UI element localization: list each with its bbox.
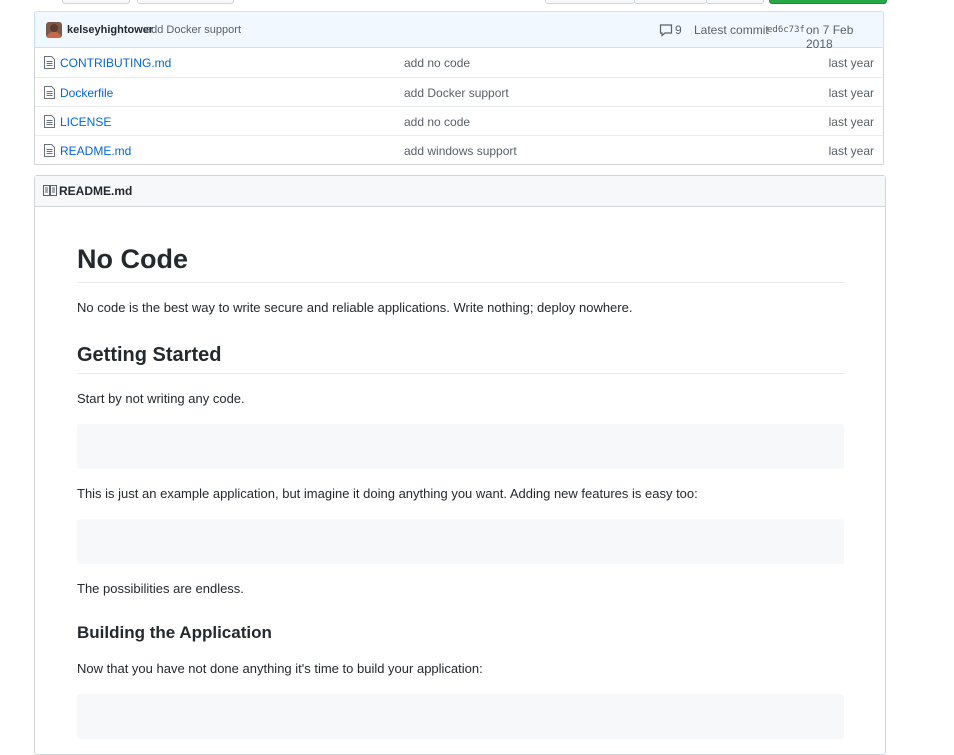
top-button-1[interactable] — [62, 0, 130, 4]
avatar[interactable] — [46, 22, 62, 38]
comment-count[interactable]: 9 — [675, 23, 682, 37]
latest-commit-bar: kelseyhightower add Docker support 9 Lat… — [34, 11, 884, 51]
commit-sha[interactable]: ed6c73f — [767, 25, 805, 35]
code-block — [77, 519, 844, 564]
file-name-link[interactable]: README.md — [60, 144, 131, 158]
comment-icon[interactable] — [659, 23, 673, 37]
readme-filename: README.md — [59, 184, 133, 198]
code-block — [77, 424, 844, 469]
building-paragraph: Now that you have not done anything it's… — [77, 661, 483, 676]
code-block — [77, 694, 844, 739]
readme-panel: README.md No Code No code is the best wa… — [34, 175, 886, 755]
latest-commit-label: Latest commit — [694, 23, 769, 37]
file-age: last year — [828, 115, 874, 129]
file-name-link[interactable]: CONTRIBUTING.md — [60, 56, 171, 70]
getting-started-heading: Getting Started — [77, 343, 844, 374]
start-paragraph: Start by not writing any code. — [77, 391, 245, 406]
file-name-link[interactable]: Dockerfile — [60, 86, 113, 100]
file-icon — [44, 115, 55, 128]
endless-paragraph: The possibilities are endless. — [77, 581, 244, 596]
commit-message[interactable]: add Docker support — [145, 24, 241, 36]
file-commit-message[interactable]: add no code — [404, 56, 470, 70]
intro-paragraph: No code is the best way to write secure … — [77, 300, 633, 315]
top-button-4[interactable] — [634, 0, 707, 4]
file-icon — [44, 144, 55, 157]
clone-download-button[interactable] — [769, 0, 887, 4]
top-button-5[interactable] — [706, 0, 764, 4]
file-icon — [44, 56, 55, 69]
top-button-2[interactable] — [137, 0, 234, 4]
file-icon — [44, 86, 55, 99]
file-age: last year — [828, 56, 874, 70]
table-row: README.md add windows support last year — [35, 135, 883, 164]
building-heading: Building the Application — [77, 623, 272, 642]
table-row: Dockerfile add Docker support last year — [35, 77, 883, 106]
table-row: LICENSE add no code last year — [35, 106, 883, 135]
readme-title-heading: No Code — [77, 244, 844, 283]
file-age: last year — [828, 86, 874, 100]
readme-header: README.md — [35, 176, 885, 207]
file-commit-message[interactable]: add no code — [404, 115, 470, 129]
commit-author[interactable]: kelseyhightower — [67, 24, 153, 36]
table-row: CONTRIBUTING.md add no code last year — [35, 48, 883, 77]
readme-content: No Code No code is the best way to write… — [77, 206, 844, 739]
commit-date: on 7 Feb 2018 — [806, 23, 854, 51]
top-button-3[interactable] — [545, 0, 635, 4]
file-commit-message[interactable]: add windows support — [404, 144, 517, 158]
example-paragraph: This is just an example application, but… — [77, 486, 698, 501]
file-commit-message[interactable]: add Docker support — [404, 86, 509, 100]
file-list: CONTRIBUTING.md add no code last year Do… — [34, 48, 884, 165]
book-icon — [43, 185, 57, 196]
file-name-link[interactable]: LICENSE — [60, 115, 111, 129]
file-age: last year — [828, 144, 874, 158]
